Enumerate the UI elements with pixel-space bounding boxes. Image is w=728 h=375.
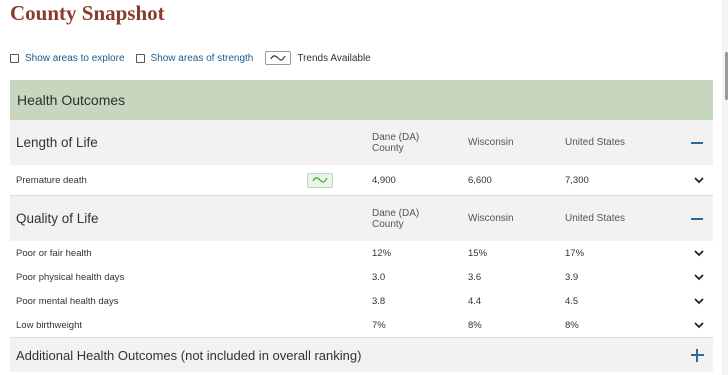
table-row[interactable]: Poor mental health days 3.8 4.4 4.5 [10,289,713,313]
length-of-life-title: Length of Life [16,135,98,150]
chevron-down-icon[interactable] [693,319,705,331]
scrollbar[interactable] [722,0,728,375]
table-row[interactable]: Low birthweight 7% 8% 8% [10,313,713,337]
column-united-states: United States [565,213,626,224]
row-label: Low birthweight [16,319,83,331]
filter-bar: Show areas to explore Show areas of stre… [10,50,371,66]
show-explore-filter[interactable]: Show areas to explore [10,53,125,64]
column-wisconsin: Wisconsin [468,213,514,224]
trend-line-icon [265,51,292,65]
health-outcomes-header: Health Outcomes [10,80,713,120]
plus-icon[interactable] [690,348,704,362]
chevron-down-icon[interactable] [693,247,705,259]
snapshot-table: Health Outcomes Length of Life Dane (DA)… [10,80,713,372]
additional-outcomes-title: Additional Health Outcomes (not included… [16,347,362,363]
value-dane: 3.0 [372,271,386,283]
page-title: County Snapshot [10,1,165,25]
column-dane: Dane (DA) County [372,131,420,154]
value-wisconsin: 4.4 [468,295,482,307]
value-wisconsin: 3.6 [468,271,482,283]
value-dane: 12% [372,247,392,259]
show-strength-label[interactable]: Show areas of strength [151,53,254,64]
chevron-down-icon[interactable] [693,174,705,186]
column-dane: Dane (DA) County [372,207,420,230]
value-united-states: 4.5 [565,295,579,307]
row-label: Poor physical health days [16,271,125,283]
table-row[interactable]: Poor physical health days 3.0 3.6 3.9 [10,265,713,289]
trends-legend: Trends Available [265,51,371,65]
additional-outcomes-section-header[interactable]: Additional Health Outcomes (not included… [10,337,713,372]
length-of-life-section-header[interactable]: Length of Life Dane (DA) County Wisconsi… [10,120,713,165]
value-wisconsin: 6,600 [468,174,492,186]
show-strength-checkbox[interactable] [135,53,145,63]
quality-of-life-title: Quality of Life [16,211,99,226]
chevron-down-icon[interactable] [693,271,705,283]
value-united-states: 17% [565,247,585,259]
value-dane: 7% [372,319,386,331]
minus-icon[interactable] [690,136,704,150]
quality-of-life-section-header[interactable]: Quality of Life Dane (DA) County Wiscons… [10,196,713,241]
value-united-states: 7,300 [565,174,589,186]
value-wisconsin: 15% [468,247,488,259]
column-united-states: United States [565,137,626,148]
show-strength-filter[interactable]: Show areas of strength [135,53,254,64]
row-label: Premature death [16,174,87,186]
row-label: Poor or fair health [16,247,92,259]
chevron-down-icon[interactable] [693,295,705,307]
trend-line-icon[interactable] [307,172,333,188]
value-united-states: 8% [565,319,579,331]
table-row[interactable]: Premature death 4,900 6,600 7,300 [10,165,713,196]
table-row[interactable]: Poor or fair health 12% 15% 17% [10,241,713,265]
minus-icon[interactable] [690,212,704,226]
row-label: Poor mental health days [16,295,119,307]
show-explore-checkbox[interactable] [10,53,19,63]
value-dane: 4,900 [372,174,396,186]
value-wisconsin: 8% [468,319,482,331]
value-united-states: 3.9 [565,271,579,283]
health-outcomes-title: Health Outcomes [17,92,126,108]
show-explore-label[interactable]: Show areas to explore [25,53,125,64]
column-wisconsin: Wisconsin [468,137,514,148]
trends-legend-label: Trends Available [297,52,371,64]
value-dane: 3.8 [372,295,386,307]
